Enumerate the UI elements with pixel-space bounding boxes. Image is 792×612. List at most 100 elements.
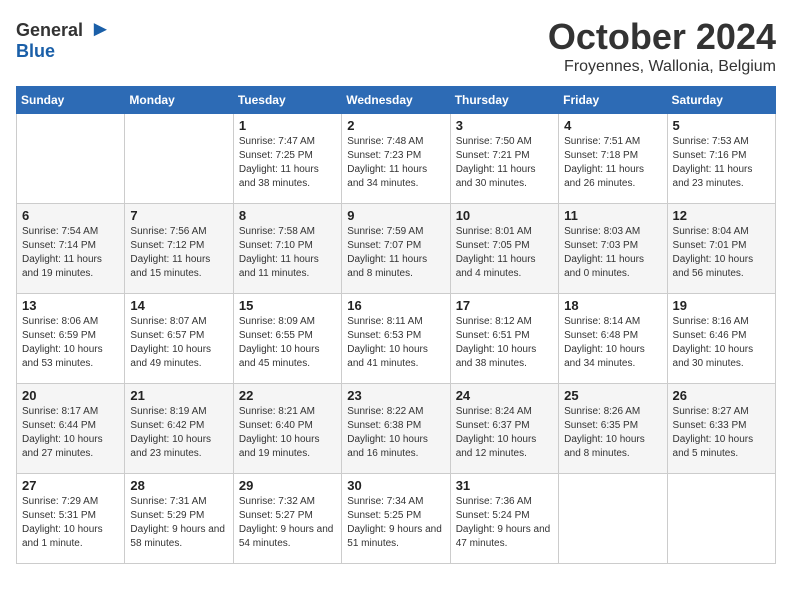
day-info: Sunrise: 8:17 AM Sunset: 6:44 PM Dayligh… xyxy=(22,405,119,461)
calendar-cell xyxy=(667,474,775,564)
weekday-header-friday: Friday xyxy=(559,87,667,114)
calendar-week-row: 20 Sunrise: 8:17 AM Sunset: 6:44 PM Dayli… xyxy=(17,384,776,474)
calendar-cell: 19 Sunrise: 8:16 AM Sunset: 6:46 PM Dayli… xyxy=(667,294,775,384)
calendar-week-row: 13 Sunrise: 8:06 AM Sunset: 6:59 PM Dayli… xyxy=(17,294,776,384)
calendar-cell: 29 Sunrise: 7:32 AM Sunset: 5:27 PM Dayli… xyxy=(233,474,341,564)
calendar-cell: 31Sunrise: 7:36 AM Sunset: 5:24 PM Dayli… xyxy=(450,474,558,564)
day-number: 20 xyxy=(22,388,119,403)
day-number: 9 xyxy=(347,208,444,223)
day-info: Sunrise: 8:16 AM Sunset: 6:46 PM Dayligh… xyxy=(673,315,770,371)
calendar-cell: 21 Sunrise: 8:19 AM Sunset: 6:42 PM Dayli… xyxy=(125,384,233,474)
calendar-cell: 11 Sunrise: 8:03 AM Sunset: 7:03 PM Dayli… xyxy=(559,204,667,294)
calendar-cell: 7Sunrise: 7:56 AM Sunset: 7:12 PM Daylig… xyxy=(125,204,233,294)
day-info: Sunrise: 7:54 AM Sunset: 7:14 PM Dayligh… xyxy=(22,225,119,281)
day-info: Sunrise: 7:58 AM Sunset: 7:10 PM Dayligh… xyxy=(239,225,336,281)
day-number: 29 xyxy=(239,478,336,493)
day-info: Sunrise: 8:04 AM Sunset: 7:01 PM Dayligh… xyxy=(673,225,770,281)
calendar-header: SundayMondayTuesdayWednesdayThursdayFrid… xyxy=(17,87,776,114)
day-info: Sunrise: 8:14 AM Sunset: 6:48 PM Dayligh… xyxy=(564,315,661,371)
day-number: 22 xyxy=(239,388,336,403)
calendar-cell: 16 Sunrise: 8:11 AM Sunset: 6:53 PM Dayli… xyxy=(342,294,450,384)
day-number: 3 xyxy=(456,118,553,133)
weekday-header-wednesday: Wednesday xyxy=(342,87,450,114)
weekday-header-sunday: Sunday xyxy=(17,87,125,114)
logo: General ► Blue xyxy=(16,16,111,62)
day-info: Sunrise: 8:21 AM Sunset: 6:40 PM Dayligh… xyxy=(239,405,336,461)
logo-text-blue: Blue xyxy=(16,41,55,61)
calendar-cell: 3 Sunrise: 7:50 AM Sunset: 7:21 PM Daylig… xyxy=(450,114,558,204)
calendar-cell: 4Sunrise: 7:51 AM Sunset: 7:18 PM Daylig… xyxy=(559,114,667,204)
day-info: Sunrise: 7:31 AM Sunset: 5:29 PM Dayligh… xyxy=(130,495,227,551)
day-number: 31 xyxy=(456,478,553,493)
day-info: Sunrise: 8:06 AM Sunset: 6:59 PM Dayligh… xyxy=(22,315,119,371)
day-number: 2 xyxy=(347,118,444,133)
weekday-header-saturday: Saturday xyxy=(667,87,775,114)
day-info: Sunrise: 8:03 AM Sunset: 7:03 PM Dayligh… xyxy=(564,225,661,281)
day-number: 23 xyxy=(347,388,444,403)
day-info: Sunrise: 7:51 AM Sunset: 7:18 PM Dayligh… xyxy=(564,135,661,191)
calendar-cell: 13 Sunrise: 8:06 AM Sunset: 6:59 PM Dayli… xyxy=(17,294,125,384)
day-number: 10 xyxy=(456,208,553,223)
day-info: Sunrise: 7:59 AM Sunset: 7:07 PM Dayligh… xyxy=(347,225,444,281)
day-info: Sunrise: 8:09 AM Sunset: 6:55 PM Dayligh… xyxy=(239,315,336,371)
logo-text-general: General xyxy=(16,20,83,40)
day-number: 27 xyxy=(22,478,119,493)
logo-bird-icon: ► xyxy=(90,16,112,41)
day-number: 5 xyxy=(673,118,770,133)
calendar-body: 1Sunrise: 7:47 AM Sunset: 7:25 PM Daylig… xyxy=(17,114,776,564)
month-title: October 2024 xyxy=(548,16,776,58)
day-number: 13 xyxy=(22,298,119,313)
calendar-cell: 15 Sunrise: 8:09 AM Sunset: 6:55 PM Dayli… xyxy=(233,294,341,384)
location-title: Froyennes, Wallonia, Belgium xyxy=(548,58,776,76)
calendar-cell: 10 Sunrise: 8:01 AM Sunset: 7:05 PM Dayli… xyxy=(450,204,558,294)
day-number: 24 xyxy=(456,388,553,403)
day-number: 6 xyxy=(22,208,119,223)
day-number: 19 xyxy=(673,298,770,313)
calendar-cell: 23 Sunrise: 8:22 AM Sunset: 6:38 PM Dayli… xyxy=(342,384,450,474)
day-number: 8 xyxy=(239,208,336,223)
day-info: Sunrise: 8:11 AM Sunset: 6:53 PM Dayligh… xyxy=(347,315,444,371)
calendar-table: SundayMondayTuesdayWednesdayThursdayFrid… xyxy=(16,86,776,564)
calendar-cell: 9 Sunrise: 7:59 AM Sunset: 7:07 PM Daylig… xyxy=(342,204,450,294)
calendar-cell: 20 Sunrise: 8:17 AM Sunset: 6:44 PM Dayli… xyxy=(17,384,125,474)
calendar-cell: 28 Sunrise: 7:31 AM Sunset: 5:29 PM Dayli… xyxy=(125,474,233,564)
calendar-cell: 14Sunrise: 8:07 AM Sunset: 6:57 PM Dayli… xyxy=(125,294,233,384)
calendar-week-row: 6 Sunrise: 7:54 AM Sunset: 7:14 PM Daylig… xyxy=(17,204,776,294)
day-info: Sunrise: 8:12 AM Sunset: 6:51 PM Dayligh… xyxy=(456,315,553,371)
day-number: 16 xyxy=(347,298,444,313)
calendar-cell: 8 Sunrise: 7:58 AM Sunset: 7:10 PM Daylig… xyxy=(233,204,341,294)
day-number: 21 xyxy=(130,388,227,403)
calendar-week-row: 27Sunrise: 7:29 AM Sunset: 5:31 PM Dayli… xyxy=(17,474,776,564)
calendar-cell: 22 Sunrise: 8:21 AM Sunset: 6:40 PM Dayli… xyxy=(233,384,341,474)
calendar-cell xyxy=(17,114,125,204)
calendar-cell: 18 Sunrise: 8:14 AM Sunset: 6:48 PM Dayli… xyxy=(559,294,667,384)
day-info: Sunrise: 8:01 AM Sunset: 7:05 PM Dayligh… xyxy=(456,225,553,281)
calendar-cell: 30Sunrise: 7:34 AM Sunset: 5:25 PM Dayli… xyxy=(342,474,450,564)
day-number: 30 xyxy=(347,478,444,493)
calendar-cell: 1Sunrise: 7:47 AM Sunset: 7:25 PM Daylig… xyxy=(233,114,341,204)
calendar-cell: 12 Sunrise: 8:04 AM Sunset: 7:01 PM Dayli… xyxy=(667,204,775,294)
calendar-cell: 17Sunrise: 8:12 AM Sunset: 6:51 PM Dayli… xyxy=(450,294,558,384)
calendar-cell: 5Sunrise: 7:53 AM Sunset: 7:16 PM Daylig… xyxy=(667,114,775,204)
day-info: Sunrise: 8:24 AM Sunset: 6:37 PM Dayligh… xyxy=(456,405,553,461)
day-number: 12 xyxy=(673,208,770,223)
day-number: 18 xyxy=(564,298,661,313)
calendar-cell xyxy=(559,474,667,564)
calendar-cell: 26Sunrise: 8:27 AM Sunset: 6:33 PM Dayli… xyxy=(667,384,775,474)
title-block: October 2024 Froyennes, Wallonia, Belgiu… xyxy=(548,16,776,76)
day-number: 15 xyxy=(239,298,336,313)
logo-mark: General ► xyxy=(16,16,111,42)
day-info: Sunrise: 8:26 AM Sunset: 6:35 PM Dayligh… xyxy=(564,405,661,461)
day-info: Sunrise: 8:22 AM Sunset: 6:38 PM Dayligh… xyxy=(347,405,444,461)
day-info: Sunrise: 7:56 AM Sunset: 7:12 PM Dayligh… xyxy=(130,225,227,281)
day-info: Sunrise: 7:50 AM Sunset: 7:21 PM Dayligh… xyxy=(456,135,553,191)
day-number: 28 xyxy=(130,478,227,493)
weekday-header-thursday: Thursday xyxy=(450,87,558,114)
day-info: Sunrise: 7:32 AM Sunset: 5:27 PM Dayligh… xyxy=(239,495,336,551)
calendar-cell: 25Sunrise: 8:26 AM Sunset: 6:35 PM Dayli… xyxy=(559,384,667,474)
weekday-header-tuesday: Tuesday xyxy=(233,87,341,114)
page-header: General ► Blue October 2024 Froyennes, W… xyxy=(16,16,776,76)
day-info: Sunrise: 8:27 AM Sunset: 6:33 PM Dayligh… xyxy=(673,405,770,461)
day-info: Sunrise: 8:19 AM Sunset: 6:42 PM Dayligh… xyxy=(130,405,227,461)
day-number: 11 xyxy=(564,208,661,223)
